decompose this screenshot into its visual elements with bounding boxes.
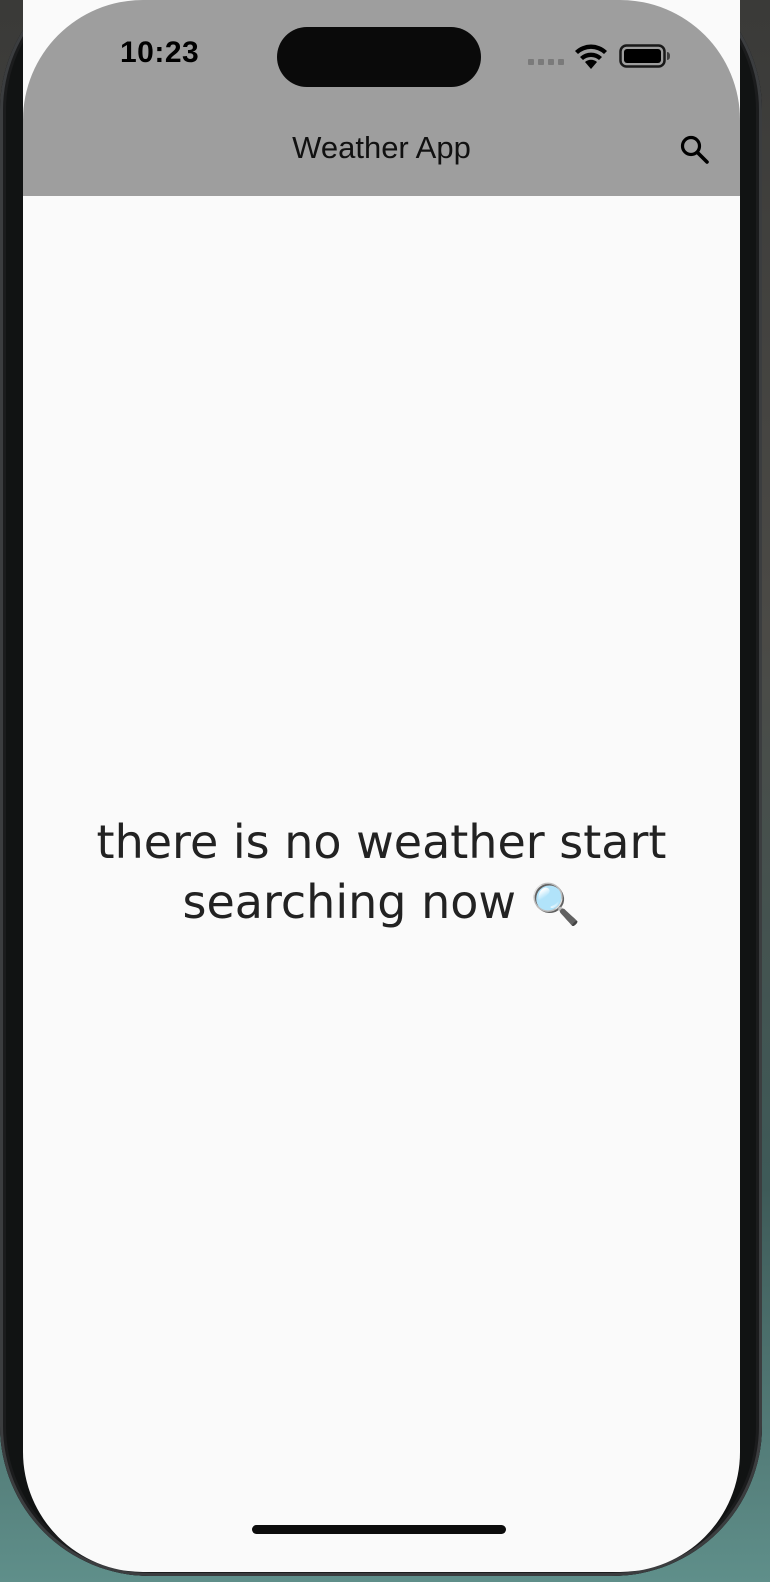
- dynamic-island: [277, 27, 481, 87]
- page-title: Weather App: [292, 130, 471, 165]
- cellular-signal-icon: [528, 59, 564, 65]
- status-time: 10:23: [120, 36, 200, 69]
- wifi-icon: [575, 44, 607, 69]
- empty-state-message: there is no weather start searching now …: [63, 812, 700, 935]
- battery-icon: [619, 44, 670, 68]
- home-indicator[interactable]: [252, 1525, 506, 1534]
- magnifier-emoji-icon: 🔍: [530, 882, 581, 928]
- search-button[interactable]: [675, 130, 715, 170]
- search-icon: [680, 135, 709, 164]
- app-screen: 10:23 Weather App there is no weather st…: [23, 0, 740, 1572]
- empty-state-text: there is no weather start searching now: [96, 815, 667, 929]
